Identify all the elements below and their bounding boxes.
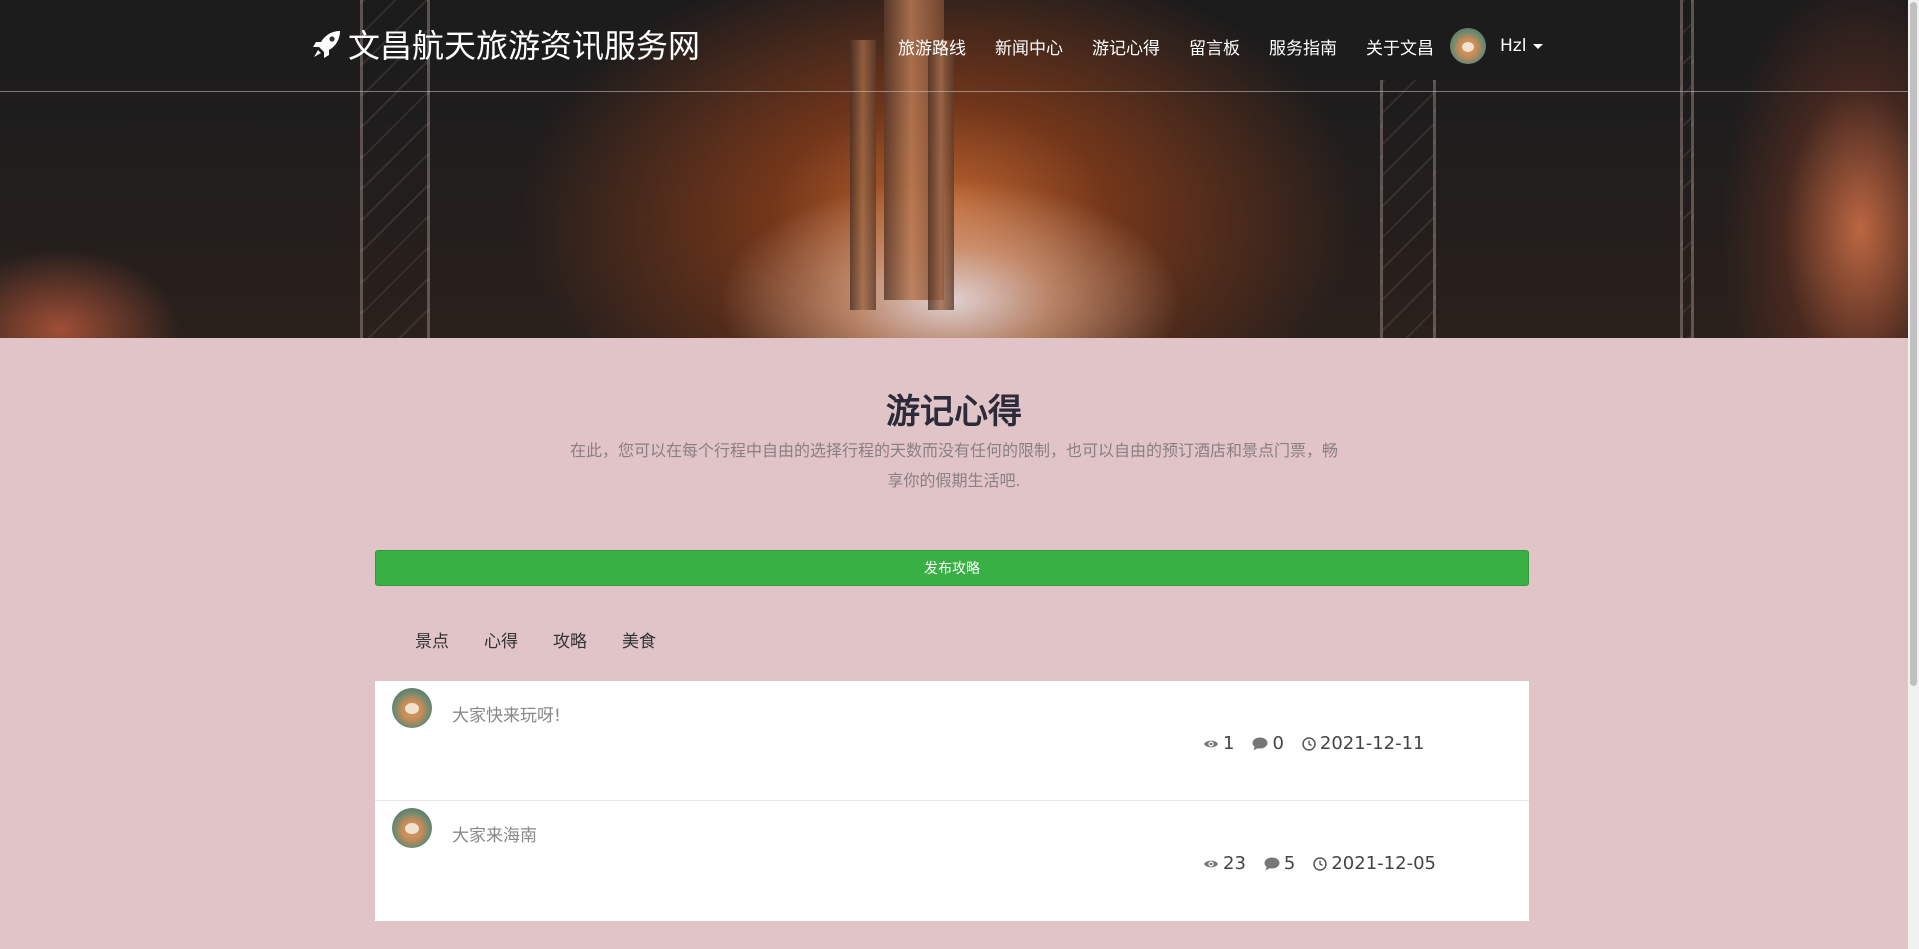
user-menu[interactable]: Hzl: [1450, 28, 1544, 64]
view-count: 23: [1203, 853, 1246, 874]
comment-count-value: 0: [1272, 733, 1284, 754]
post-date: 2021-12-11: [1302, 733, 1425, 754]
view-count-value: 23: [1223, 853, 1246, 874]
avatar: [1450, 28, 1486, 64]
list-item[interactable]: 大家快来玩呀! 1 0 2021-12-11: [375, 681, 1529, 801]
post-date-value: 2021-12-11: [1319, 733, 1425, 754]
post-meta: 1 0 2021-12-11: [1203, 733, 1425, 754]
nav-item-about[interactable]: 关于文昌: [1366, 34, 1434, 59]
nav-item-service-guide[interactable]: 服务指南: [1269, 34, 1337, 59]
launch-tower-far-right: [1680, 0, 1694, 338]
nav-item-routes[interactable]: 旅游路线: [898, 34, 966, 59]
clock-icon: [1313, 856, 1328, 871]
scrollbar-thumb[interactable]: [1910, 2, 1917, 686]
category-tabs: 景点 心得 攻略 美食: [415, 627, 691, 652]
site-brand[interactable]: 文昌航天旅游资讯服务网: [312, 22, 700, 66]
header-divider: [0, 91, 1908, 92]
view-count: 1: [1203, 733, 1234, 754]
avatar: [392, 688, 432, 728]
page-scrollbar[interactable]: [1908, 0, 1919, 949]
comment-icon: [1264, 857, 1280, 870]
post-title[interactable]: 大家来海南: [452, 821, 537, 846]
page-description: 在此，您可以在每个行程中自由的选择行程的天数而没有任何的限制，也可以自由的预订酒…: [569, 441, 1338, 490]
list-item[interactable]: 大家来海南 23 5 2021-12-05: [375, 801, 1529, 921]
post-date-value: 2021-12-05: [1331, 853, 1436, 874]
tab-food[interactable]: 美食: [622, 627, 656, 652]
comment-count: 0: [1252, 733, 1284, 754]
page-title: 游记心得: [886, 392, 1022, 432]
caret-down-icon: [1533, 43, 1544, 49]
rocket-booster-left: [850, 40, 876, 310]
tab-experiences[interactable]: 心得: [484, 627, 518, 652]
eye-icon: [1204, 860, 1218, 867]
comment-count-value: 5: [1283, 853, 1296, 874]
comment-count: 5: [1264, 853, 1295, 874]
rocket-booster-right: [928, 40, 954, 310]
nav-item-message-board[interactable]: 留言板: [1189, 34, 1240, 59]
eye-icon: [1204, 740, 1218, 747]
launch-tower-right: [1380, 80, 1436, 338]
tab-attractions[interactable]: 景点: [415, 627, 449, 652]
rocket-icon: [313, 31, 340, 58]
site-title: 文昌航天旅游资讯服务网: [348, 27, 701, 65]
view-count-value: 1: [1223, 733, 1235, 754]
main-nav: 旅游路线 新闻中心 游记心得 留言板 服务指南 关于文昌 Hzl: [898, 26, 1544, 66]
post-meta: 23 5 2021-12-05: [1203, 853, 1436, 874]
user-name: Hzl: [1500, 36, 1527, 56]
publish-guide-button[interactable]: 发布攻略: [375, 550, 1529, 586]
post-list: 大家快来玩呀! 1 0 2021-12-11 大家来海南 23 5 2021-1…: [375, 681, 1529, 921]
post-date: 2021-12-05: [1313, 853, 1436, 874]
nav-item-news[interactable]: 新闻中心: [995, 34, 1063, 59]
nav-item-travel-notes[interactable]: 游记心得: [1092, 34, 1160, 59]
tab-guides[interactable]: 攻略: [553, 627, 587, 652]
clock-icon: [1302, 736, 1316, 751]
avatar: [392, 808, 432, 848]
post-title[interactable]: 大家快来玩呀!: [452, 701, 561, 726]
comment-icon: [1252, 737, 1268, 750]
